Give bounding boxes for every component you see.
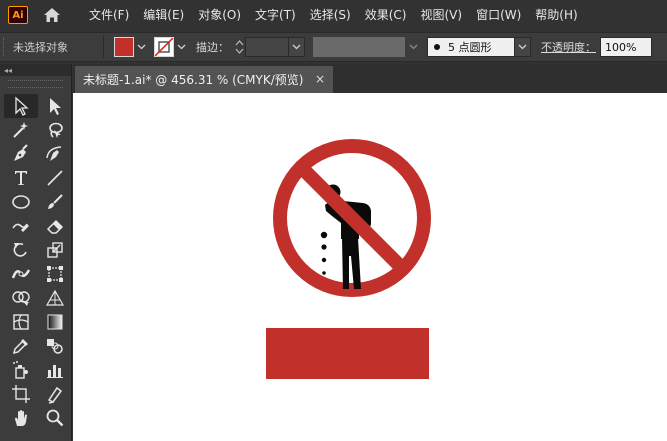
artwork: [266, 139, 431, 379]
document-tab[interactable]: 未标题-1.ai* @ 456.31 % (CMYK/预览) ×: [75, 66, 333, 93]
stroke-dropdown-chevron-icon[interactable]: [174, 37, 188, 57]
selection-tool-icon[interactable]: [4, 94, 38, 118]
stroke-label: 描边：: [196, 41, 229, 54]
litter-dot[interactable]: [321, 257, 327, 263]
menu-item[interactable]: 编辑(E): [136, 0, 191, 30]
fill-dropdown-chevron-icon[interactable]: [134, 37, 148, 57]
illustrator-logo-icon[interactable]: Ai: [8, 6, 28, 24]
document-tab-title: 未标题-1.ai* @ 456.31 % (CMYK/预览): [83, 73, 304, 87]
rotate-tool-icon[interactable]: [4, 238, 38, 262]
brush-definition-select[interactable]: 5 点圆形: [427, 37, 515, 57]
variable-width-profile[interactable]: [313, 37, 405, 57]
opacity-label[interactable]: 不透明度：: [541, 39, 596, 55]
shape-builder-tool-icon[interactable]: [4, 286, 38, 310]
close-icon[interactable]: ×: [315, 72, 325, 86]
menu-item[interactable]: 文字(T): [248, 0, 303, 30]
magic-wand-tool-icon[interactable]: [4, 118, 38, 142]
perspective-grid-tool-icon[interactable]: [38, 286, 72, 310]
eraser-tool-icon[interactable]: [38, 214, 72, 238]
figure-legs[interactable]: [342, 238, 361, 289]
direct-selection-tool-icon[interactable]: [38, 94, 72, 118]
stroke-weight-chevron-icon[interactable]: [289, 37, 305, 57]
artboard-tool-icon[interactable]: [4, 382, 38, 406]
pen-tool-icon[interactable]: [4, 142, 38, 166]
red-label-rectangle[interactable]: [266, 328, 429, 379]
column-graph-tool-icon[interactable]: [38, 358, 72, 382]
main-menu: 文件(F) 编辑(E) 对象(O) 文字(T) 选择(S) 效果(C) 视图(V) 窗口(W)…: [82, 0, 585, 30]
divider: [103, 36, 104, 58]
scale-tool-icon[interactable]: [38, 238, 72, 262]
control-bar: 未选择对象 描边： 5 点圆形 不透明度： 100%: [0, 32, 667, 62]
gradient-tool-icon[interactable]: [38, 310, 72, 334]
tools-panel-collapse-icon[interactable]: ◂◂: [0, 64, 71, 76]
blend-tool-icon[interactable]: [38, 334, 72, 358]
curvature-tool-icon[interactable]: [38, 142, 72, 166]
line-segment-tool-icon[interactable]: [38, 166, 72, 190]
ellipse-tool-icon[interactable]: [4, 190, 38, 214]
variable-width-chevron-icon[interactable]: [405, 37, 421, 57]
brush-dot-icon: [434, 44, 440, 50]
menu-item[interactable]: 对象(O): [191, 0, 248, 30]
artboard-canvas[interactable]: [73, 93, 667, 441]
shaper-tool-icon[interactable]: [4, 214, 38, 238]
selection-status: 未选择对象: [13, 41, 68, 54]
home-icon[interactable]: [42, 5, 62, 25]
paintbrush-tool-icon[interactable]: [38, 190, 72, 214]
slice-tool-icon[interactable]: [38, 382, 72, 406]
tools-panel: ◂◂: [0, 64, 72, 441]
panel-grip[interactable]: [3, 38, 7, 56]
brush-definition-value: 5 点圆形: [448, 41, 492, 54]
brush-definition-chevron-icon[interactable]: [515, 37, 531, 57]
menu-item[interactable]: 窗口(W): [469, 0, 528, 30]
free-transform-tool-icon[interactable]: [38, 262, 72, 286]
symbol-sprayer-tool-icon[interactable]: [4, 358, 38, 382]
menu-bar: Ai 文件(F) 编辑(E) 对象(O) 文字(T) 选择(S) 效果(C) 视图(V) 窗口…: [0, 0, 667, 30]
stroke-color-swatch[interactable]: [154, 37, 174, 57]
hand-tool-icon[interactable]: [4, 406, 38, 430]
zoom-tool-icon[interactable]: [38, 406, 72, 430]
fill-color-swatch[interactable]: [114, 37, 134, 57]
menu-item[interactable]: 选择(S): [303, 0, 358, 30]
opacity-input[interactable]: 100%: [600, 37, 652, 57]
eyedropper-tool-icon[interactable]: [4, 334, 38, 358]
menu-item[interactable]: 效果(C): [358, 0, 414, 30]
litter-dot[interactable]: [320, 231, 328, 239]
menu-item[interactable]: 文件(F): [82, 0, 136, 30]
stroke-weight-stepper[interactable]: [233, 37, 245, 57]
litter-dot[interactable]: [322, 271, 326, 275]
lasso-tool-icon[interactable]: [38, 118, 72, 142]
litter-dot[interactable]: [321, 244, 327, 250]
type-tool-icon[interactable]: [4, 166, 38, 190]
width-tool-icon[interactable]: [4, 262, 38, 286]
stroke-weight-input[interactable]: [245, 37, 289, 57]
tools-grid: [0, 92, 71, 430]
menu-item[interactable]: 帮助(H): [528, 0, 584, 30]
menu-item[interactable]: 视图(V): [413, 0, 469, 30]
tools-panel-grip[interactable]: [8, 80, 63, 88]
mesh-tool-icon[interactable]: [4, 310, 38, 334]
document-tab-bar: 未标题-1.ai* @ 456.31 % (CMYK/预览) ×: [73, 64, 667, 93]
